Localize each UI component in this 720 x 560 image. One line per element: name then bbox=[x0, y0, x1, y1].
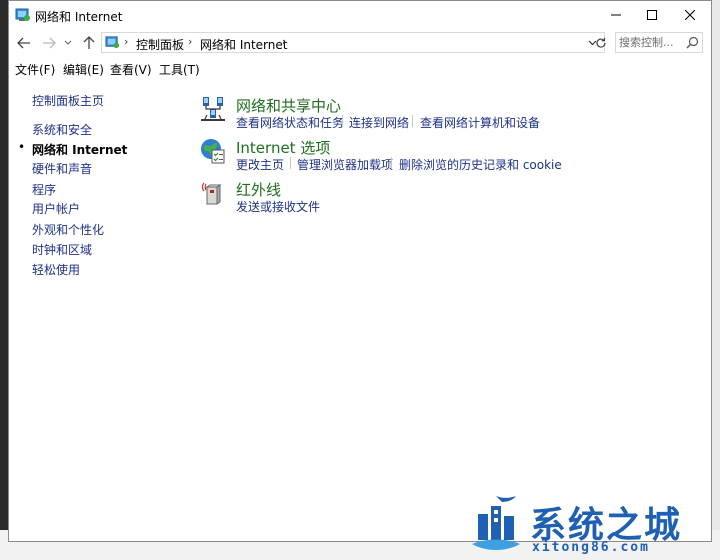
desktop-background-right bbox=[712, 0, 720, 560]
sidebar-item-ease-of-access[interactable]: 轻松使用 bbox=[32, 261, 80, 278]
chevron-down-icon bbox=[64, 40, 72, 45]
forward-button[interactable] bbox=[39, 33, 59, 53]
sidebar-item-system-security[interactable]: 系统和安全 bbox=[32, 121, 92, 138]
sidebar-item-user-accounts[interactable]: 用户帐户 bbox=[32, 200, 80, 217]
search-icon bbox=[686, 36, 699, 49]
task-divider bbox=[391, 157, 392, 169]
task-manage-add-ons[interactable]: 管理浏览器加载项 bbox=[297, 156, 393, 173]
refresh-icon bbox=[596, 37, 606, 48]
menu-edit[interactable]: 编辑(E) bbox=[63, 61, 104, 78]
current-page-bullet-icon: • bbox=[18, 140, 26, 154]
search-box[interactable] bbox=[615, 32, 703, 53]
control-panel-window: 网络和 Internet › 控制面板 › 网络和 Internet › 搜索控… bbox=[8, 0, 712, 542]
task-delete-browsing-history[interactable]: 删除浏览的历史记录和 cookie bbox=[399, 156, 562, 173]
breadcrumb-network-internet[interactable]: 网络和 Internet bbox=[200, 36, 287, 53]
watermark-logo-icon bbox=[470, 494, 522, 552]
network-sharing-icon[interactable] bbox=[199, 95, 227, 123]
category-infrared[interactable]: 红外线 bbox=[236, 179, 281, 200]
breadcrumb-separator-icon: › bbox=[188, 35, 193, 48]
window-title: 网络和 Internet bbox=[35, 10, 123, 24]
control-panel-icon bbox=[105, 35, 120, 50]
breadcrumb-separator-icon: › bbox=[124, 35, 129, 48]
close-button[interactable] bbox=[667, 1, 711, 29]
task-send-receive-files[interactable]: 发送或接收文件 bbox=[236, 198, 320, 215]
infrared-icon[interactable] bbox=[199, 179, 227, 207]
category-internet-options[interactable]: Internet 选项 bbox=[236, 137, 330, 158]
content-area: 控制面板主页 系统和安全 • 网络和 Internet 硬件和声音 程序 用户帐… bbox=[9, 79, 711, 541]
back-arrow-icon bbox=[17, 37, 30, 49]
menu-view[interactable]: 查看(V) bbox=[110, 61, 152, 78]
task-divider bbox=[412, 115, 413, 127]
task-divider bbox=[342, 115, 343, 127]
search-input[interactable] bbox=[619, 34, 681, 51]
desktop-background-left bbox=[0, 0, 8, 560]
refresh-button[interactable] bbox=[591, 33, 611, 53]
back-button[interactable] bbox=[14, 33, 34, 53]
navigation-bar: › 控制面板 › 网络和 Internet › bbox=[9, 29, 711, 57]
address-bar[interactable]: › 控制面板 › 网络和 Internet › bbox=[101, 32, 605, 53]
up-button[interactable] bbox=[79, 33, 99, 53]
breadcrumb-separator-icon: › bbox=[282, 35, 287, 48]
category-network-sharing-center[interactable]: 网络和共享中心 bbox=[236, 95, 341, 116]
forward-arrow-icon bbox=[43, 37, 56, 49]
task-divider bbox=[290, 157, 291, 169]
internet-options-icon[interactable] bbox=[199, 137, 227, 165]
breadcrumb-control-panel[interactable]: 控制面板 bbox=[136, 36, 184, 53]
menu-file[interactable]: 文件(F) bbox=[15, 61, 55, 78]
task-change-home-page[interactable]: 更改主页 bbox=[236, 156, 284, 173]
task-connect-to-network[interactable]: 连接到网络 bbox=[349, 114, 409, 131]
up-arrow-icon bbox=[83, 36, 95, 49]
sidebar-item-programs[interactable]: 程序 bbox=[32, 181, 56, 198]
sidebar-control-panel-home[interactable]: 控制面板主页 bbox=[32, 92, 104, 109]
menu-tools[interactable]: 工具(T) bbox=[159, 61, 200, 78]
title-bar[interactable]: 网络和 Internet bbox=[9, 1, 711, 29]
recent-locations-button[interactable] bbox=[61, 33, 75, 53]
sidebar-item-hardware-sound[interactable]: 硬件和声音 bbox=[32, 160, 92, 177]
sidebar-item-appearance[interactable]: 外观和个性化 bbox=[32, 221, 104, 238]
sidebar-item-clock-region[interactable]: 时钟和区域 bbox=[32, 241, 92, 258]
control-panel-icon bbox=[15, 7, 31, 23]
task-view-network-status[interactable]: 查看网络状态和任务 bbox=[236, 114, 344, 131]
task-view-network-computers[interactable]: 查看网络计算机和设备 bbox=[420, 114, 540, 131]
sidebar-item-network-internet: 网络和 Internet bbox=[32, 143, 128, 157]
menu-bar: 文件(F) 编辑(E) 查看(V) 工具(T) bbox=[9, 57, 711, 80]
watermark-url: xitong86.com bbox=[532, 540, 650, 555]
